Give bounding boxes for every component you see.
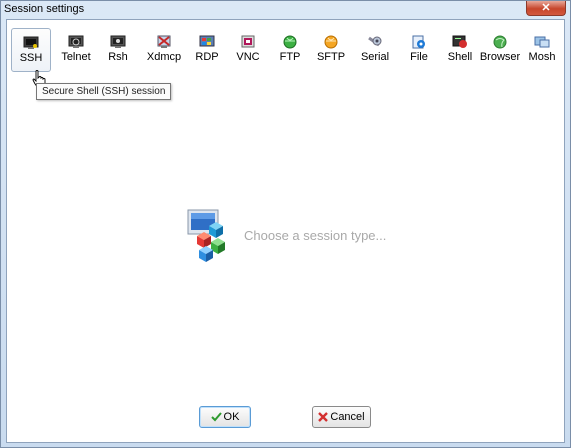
tool-label: Xdmcp xyxy=(146,51,182,63)
ssh-icon xyxy=(23,36,39,49)
rsh-icon xyxy=(110,35,126,48)
cancel-x-icon xyxy=(318,412,329,422)
rdp-icon xyxy=(199,35,215,47)
tool-ftp[interactable]: FTP xyxy=(275,28,305,72)
tool-label: FTP xyxy=(279,51,301,63)
tool-label: RDP xyxy=(195,51,219,63)
mosh-icon xyxy=(534,36,550,48)
cancel-label: Cancel xyxy=(330,411,365,423)
tool-label: Mosh xyxy=(528,51,556,63)
tool-rdp[interactable]: RDP xyxy=(191,28,223,72)
tool-label: Browser xyxy=(479,51,521,63)
tool-vnc[interactable]: VNC xyxy=(233,28,263,72)
telnet-icon xyxy=(68,35,84,48)
tool-label: Rsh xyxy=(108,51,128,63)
ok-button[interactable]: OK xyxy=(199,406,251,428)
session-panel: SSH Telnet Rsh Xdmcp RDP VNC FTP SFTP Se… xyxy=(6,19,565,443)
tool-label: Telnet xyxy=(61,51,91,63)
serial-icon xyxy=(368,36,382,47)
session-settings-window: Session settings ✕ SSH Telnet Rsh Xdmcp xyxy=(0,0,571,448)
file-icon xyxy=(412,35,425,49)
tool-mosh[interactable]: Mosh xyxy=(527,28,557,72)
tool-label: Serial xyxy=(360,51,390,63)
shell-icon xyxy=(452,35,467,48)
session-type-toolbar: SSH Telnet Rsh Xdmcp RDP VNC FTP SFTP Se… xyxy=(11,28,561,74)
tool-ssh[interactable]: SSH xyxy=(11,28,51,72)
xdmcp-icon xyxy=(157,35,171,48)
title-bar[interactable]: Session settings ✕ xyxy=(1,1,570,17)
tool-label: SSH xyxy=(19,52,43,64)
close-button[interactable]: ✕ xyxy=(526,1,566,16)
tool-shell[interactable]: Shell xyxy=(445,28,475,72)
tool-serial[interactable]: Serial xyxy=(357,28,393,72)
ssh-tooltip: Secure Shell (SSH) session xyxy=(36,83,172,100)
tool-label: File xyxy=(410,51,428,63)
ok-label: OK xyxy=(223,411,240,423)
cancel-button[interactable]: Cancel xyxy=(312,406,371,428)
vnc-icon xyxy=(241,35,255,48)
sessions-cubes-icon xyxy=(187,209,225,262)
tool-file[interactable]: File xyxy=(405,28,433,72)
window-title: Session settings xyxy=(4,3,85,15)
tool-xdmcp[interactable]: Xdmcp xyxy=(143,28,185,72)
tool-browser[interactable]: Browser xyxy=(479,28,521,72)
tool-sftp[interactable]: SFTP xyxy=(313,28,349,72)
checkmark-icon xyxy=(210,412,222,422)
placeholder-text: Choose a session type... xyxy=(244,228,387,243)
tool-label: SFTP xyxy=(316,51,346,63)
tool-label: Shell xyxy=(447,51,473,63)
tool-label: VNC xyxy=(236,51,260,63)
tool-rsh[interactable]: Rsh xyxy=(103,28,133,72)
tool-telnet[interactable]: Telnet xyxy=(57,28,95,72)
browser-icon xyxy=(493,35,507,49)
ftp-icon xyxy=(283,35,297,49)
session-placeholder: Choose a session type... xyxy=(187,208,447,264)
sftp-icon xyxy=(324,35,338,49)
close-icon: ✕ xyxy=(541,2,551,14)
